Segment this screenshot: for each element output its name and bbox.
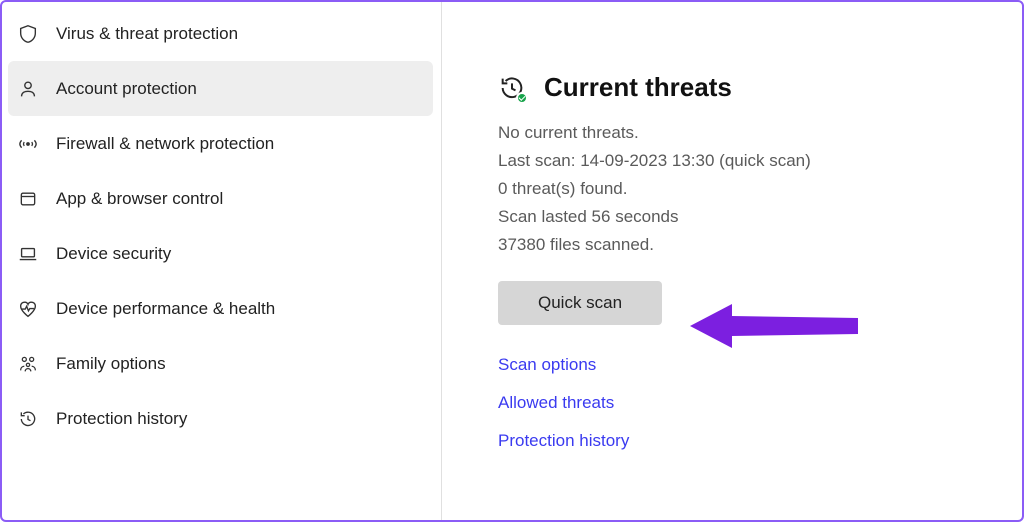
- history-icon: [16, 407, 40, 431]
- window-icon: [16, 187, 40, 211]
- sidebar-item-label: Account protection: [56, 79, 197, 99]
- quick-scan-button[interactable]: Quick scan: [498, 281, 662, 325]
- section-heading-row: Current threats: [498, 72, 1022, 103]
- sidebar-item-app-browser[interactable]: App & browser control: [8, 171, 433, 226]
- status-line-no-threats: No current threats.: [498, 119, 1022, 147]
- main-content: Current threats No current threats. Last…: [442, 2, 1022, 520]
- sidebar-item-label: Device security: [56, 244, 171, 264]
- protection-history-link[interactable]: Protection history: [498, 431, 1022, 451]
- sidebar-item-label: Virus & threat protection: [56, 24, 238, 44]
- broadcast-icon: [16, 132, 40, 156]
- link-list: Scan options Allowed threats Protection …: [498, 355, 1022, 451]
- status-line-count: 0 threat(s) found.: [498, 175, 1022, 203]
- sidebar-item-device-performance[interactable]: Device performance & health: [8, 281, 433, 336]
- sidebar-item-firewall[interactable]: Firewall & network protection: [8, 116, 433, 171]
- sidebar: Virus & threat protection Account protec…: [2, 2, 442, 520]
- laptop-icon: [16, 242, 40, 266]
- sidebar-item-label: Family options: [56, 354, 166, 374]
- sidebar-item-family-options[interactable]: Family options: [8, 336, 433, 391]
- sidebar-item-label: Firewall & network protection: [56, 134, 274, 154]
- sidebar-item-virus-threat[interactable]: Virus & threat protection: [8, 6, 433, 61]
- history-ok-icon: [498, 74, 526, 102]
- sidebar-item-account-protection[interactable]: Account protection: [8, 61, 433, 116]
- section-heading: Current threats: [544, 72, 732, 103]
- heart-pulse-icon: [16, 297, 40, 321]
- status-line-last-scan: Last scan: 14-09-2023 13:30 (quick scan): [498, 147, 1022, 175]
- family-icon: [16, 352, 40, 376]
- allowed-threats-link[interactable]: Allowed threats: [498, 393, 1022, 413]
- scan-options-link[interactable]: Scan options: [498, 355, 1022, 375]
- sidebar-item-label: Device performance & health: [56, 299, 275, 319]
- person-icon: [16, 77, 40, 101]
- status-line-duration: Scan lasted 56 seconds: [498, 203, 1022, 231]
- shield-icon: [16, 22, 40, 46]
- sidebar-item-protection-history[interactable]: Protection history: [8, 391, 433, 446]
- sidebar-item-label: Protection history: [56, 409, 187, 429]
- status-line-files: 37380 files scanned.: [498, 231, 1022, 259]
- sidebar-item-label: App & browser control: [56, 189, 223, 209]
- threat-status-block: No current threats. Last scan: 14-09-202…: [498, 119, 1022, 259]
- check-badge-icon: [516, 92, 528, 104]
- sidebar-item-device-security[interactable]: Device security: [8, 226, 433, 281]
